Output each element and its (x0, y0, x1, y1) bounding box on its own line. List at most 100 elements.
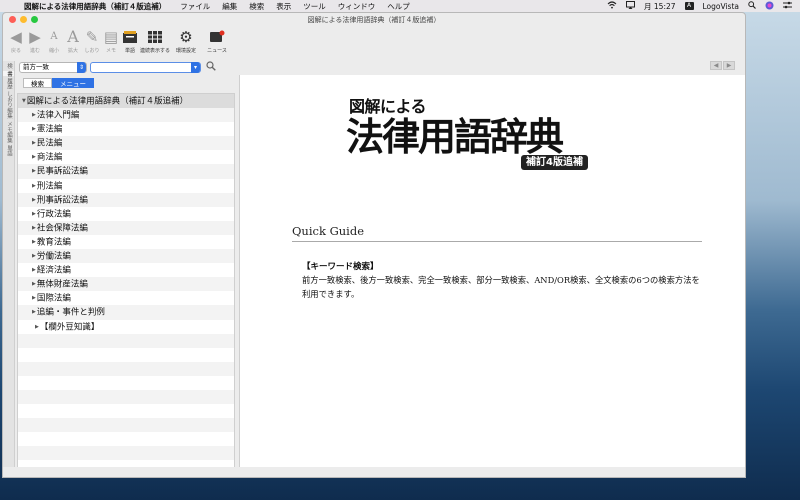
preferences-button[interactable]: ⚙ 環境設定 (171, 27, 201, 54)
mode-segmented-control: 検索 メニュー (23, 78, 94, 88)
side-tab-bookmarks[interactable]: しおり編集 (3, 91, 14, 119)
tree-item[interactable]: ▶追編・事件と判例 (18, 305, 234, 320)
tree-empty-row (18, 404, 234, 419)
menu-edit[interactable]: 編集 (222, 1, 237, 12)
input-source-icon[interactable]: A (684, 2, 694, 10)
tree-empty-row (18, 347, 234, 362)
tree-empty-row (18, 389, 234, 405)
side-tab-search[interactable]: 検 (3, 63, 14, 69)
tree-item[interactable]: ▶教育法編 (18, 234, 234, 250)
menu-file[interactable]: ファイル (180, 1, 210, 12)
disclosure-open-icon: ▼ (22, 98, 26, 104)
search-row: 前方一致 ⇕ ▾ (19, 60, 216, 74)
back-arrow-icon: ◀ (10, 28, 22, 46)
app-status-label[interactable]: LogoVista (703, 2, 739, 11)
tree-empty-row (18, 375, 234, 390)
disclosure-closed-icon: ▶ (32, 224, 36, 231)
updown-chevron-icon: ⇕ (77, 61, 86, 73)
window-title: 図解による法律用語辞典（補訂４版追補） (307, 16, 441, 24)
pencil-icon: ✎ (85, 28, 99, 46)
side-tab-words[interactable]: 単語 (3, 145, 14, 156)
side-tab-history[interactable]: 履歴 (3, 78, 14, 89)
section-heading: 【キーワード検索】 (302, 262, 379, 272)
disclosure-closed-icon: ▶ (32, 295, 36, 302)
prev-page-icon[interactable]: ◀ (710, 61, 722, 70)
search-mode-select[interactable]: 前方一致 ⇕ (19, 61, 87, 73)
menu-tools[interactable]: ツール (303, 1, 326, 12)
tree-item[interactable]: ▶刑事訴訟法編 (18, 192, 234, 207)
title-bar[interactable]: 図解による法律用語辞典（補訂４版追補） (3, 13, 745, 27)
app-window: 図解による法律用語辞典（補訂４版追補） ◀ 戻る ▶ 進む A 縮小 A 拡大 … (2, 12, 746, 478)
memo-button[interactable]: ▤ メモ (102, 27, 120, 54)
menu-help[interactable]: ヘルプ (387, 1, 410, 12)
back-button[interactable]: ◀ 戻る (7, 27, 25, 54)
tab-search[interactable]: 検索 (23, 78, 52, 88)
menu-bar: 図解による法律用語辞典（補訂４版追補） ファイル 編集 検索 表示 ツール ウィ… (0, 0, 800, 12)
cast-icon[interactable] (626, 1, 636, 11)
tree-item[interactable]: ▶労働法編 (18, 249, 234, 264)
tree-item[interactable]: ▶民法編 (18, 136, 234, 151)
side-tab-strip: 検 書 履歴 しおり編集 メモ編集 単語 (3, 61, 15, 477)
section-body: 前方一致検索、後方一致検索、完全一致検索、部分一致検索、AND/OR検索、全文検… (302, 275, 700, 299)
disclosure-closed-icon: ▶ (32, 140, 36, 147)
next-page-icon[interactable]: ▶ (723, 61, 735, 70)
disclosure-closed-icon: ▶ (32, 267, 36, 274)
menu-search[interactable]: 検索 (249, 1, 264, 12)
tree-item[interactable]: ▶行政法編 (18, 206, 234, 221)
wifi-icon[interactable] (607, 1, 617, 11)
tree-root[interactable]: ▼図解による法律用語辞典（補訂４版追補） (18, 94, 234, 109)
page-nav: ◀ ▶ (710, 61, 735, 70)
tree-item[interactable]: ▶経済法編 (18, 263, 234, 278)
news-megaphone-icon (209, 27, 225, 47)
tab-menu[interactable]: メニュー (52, 78, 94, 88)
menu-view[interactable]: 表示 (276, 1, 291, 12)
minimize-window-button[interactable] (20, 16, 27, 23)
disclosure-closed-icon: ▶ (32, 210, 36, 217)
chevron-down-icon[interactable]: ▾ (191, 61, 200, 73)
zoom-window-button[interactable] (31, 16, 38, 23)
side-tab-memo[interactable]: メモ編集 (3, 121, 14, 143)
contents-tree: ▼図解による法律用語辞典（補訂４版追補） ▶法律入門編 ▶憲法編 ▶民法編 ▶商… (17, 93, 235, 469)
menu-window[interactable]: ウィンドウ (338, 1, 376, 12)
tree-empty-row (18, 418, 234, 433)
tree-item[interactable]: ▶【欄外豆知識】 (18, 319, 234, 334)
disclosure-closed-icon: ▶ (32, 154, 36, 161)
shrink-text-button[interactable]: A 縮小 (45, 27, 63, 54)
tree-item[interactable]: ▶法律入門編 (18, 108, 234, 123)
continuous-view-button[interactable]: 連続表示する (140, 27, 170, 54)
control-center-icon[interactable] (783, 1, 792, 11)
clock-text[interactable]: 月 15:27 (644, 1, 676, 12)
disclosure-closed-icon: ▶ (32, 253, 36, 260)
tree-empty-row (18, 432, 234, 447)
spotlight-search-icon[interactable] (748, 1, 756, 11)
side-tab-book[interactable]: 書 (3, 70, 14, 76)
enlarge-text-button[interactable]: A 拡大 (64, 27, 82, 54)
tree-empty-row (18, 446, 234, 461)
status-bar (3, 467, 745, 477)
tree-item[interactable]: ▶商法編 (18, 150, 234, 165)
search-icon[interactable] (206, 60, 216, 74)
tree-item[interactable]: ▶憲法編 (18, 122, 234, 137)
news-button[interactable]: ニュース (202, 27, 232, 54)
article-view: 図解による 法律用語辞典 補訂4版追補 Quick Guide 【キーワード検索… (239, 75, 745, 469)
forward-button[interactable]: ▶ 進む (26, 27, 44, 54)
bookmark-button[interactable]: ✎ しおり (83, 27, 101, 54)
menu-app-name[interactable]: 図解による法律用語辞典（補訂４版追補） (24, 1, 166, 12)
search-input[interactable]: ▾ (90, 61, 201, 73)
disclosure-closed-icon: ▶ (32, 112, 36, 119)
close-window-button[interactable] (9, 16, 16, 23)
disclosure-closed-icon: ▶ (32, 309, 36, 316)
tree-item[interactable]: ▶社会保障法編 (18, 220, 234, 235)
tree-item[interactable]: ▶民事訴訟法編 (18, 164, 234, 179)
disclosure-closed-icon: ▶ (32, 126, 36, 133)
word-button[interactable]: 単語 (121, 27, 139, 54)
tree-item[interactable]: ▶国際法編 (18, 291, 234, 306)
disclosure-closed-icon: ▶ (32, 182, 36, 189)
edition-badge: 補訂4版追補 (521, 155, 588, 170)
disclosure-closed-icon: ▶ (32, 238, 36, 245)
disclosure-closed-icon: ▶ (32, 168, 36, 175)
tree-item[interactable]: ▶刑法編 (18, 178, 234, 193)
siri-icon[interactable] (765, 1, 774, 12)
disclosure-closed-icon: ▶ (32, 281, 36, 288)
tree-item[interactable]: ▶無体財産法編 (18, 277, 234, 292)
